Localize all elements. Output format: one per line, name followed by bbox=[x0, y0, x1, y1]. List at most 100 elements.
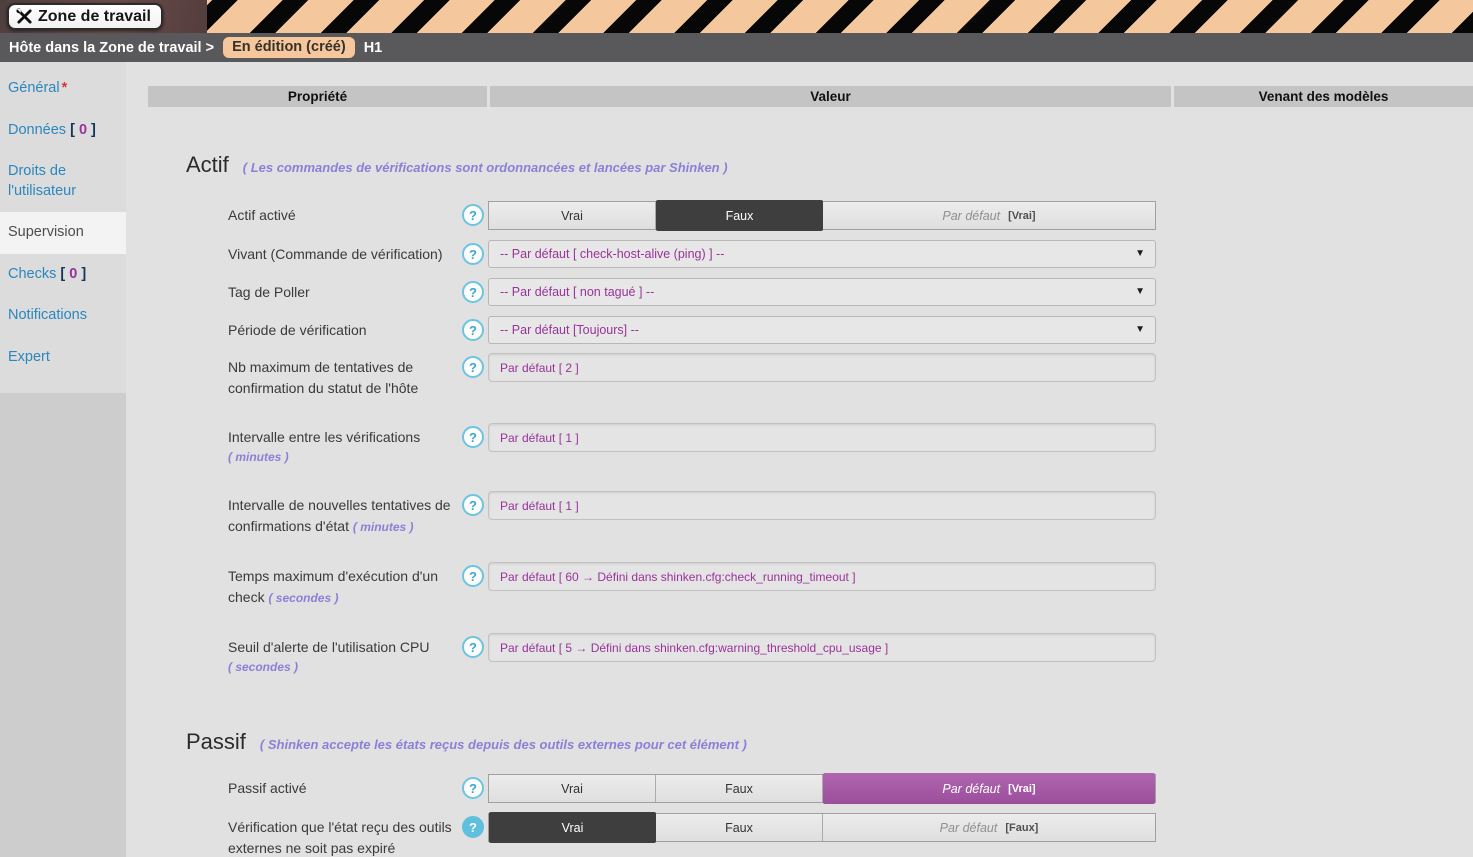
count-bracket: [ bbox=[70, 122, 79, 138]
field-label: Passif activé bbox=[228, 774, 462, 799]
check-interval-input[interactable] bbox=[488, 423, 1156, 452]
unit-hint: ( minutes ) bbox=[228, 448, 462, 466]
count-bracket: ] bbox=[77, 266, 86, 282]
help-glyph: ? bbox=[469, 323, 477, 338]
breadcrumb: Hôte dans la Zone de travail > En éditio… bbox=[0, 33, 1473, 62]
field-row-check-interval: Intervalle entre les vérifications ( min… bbox=[228, 423, 1473, 466]
toggle-option-faux[interactable]: Faux bbox=[656, 814, 823, 841]
field-label: Période de vérification bbox=[228, 316, 462, 341]
help-icon[interactable]: ? bbox=[462, 816, 484, 838]
help-glyph: ? bbox=[469, 498, 477, 513]
sidebar-item-general[interactable]: Général* bbox=[0, 68, 126, 110]
help-icon[interactable]: ? bbox=[462, 494, 484, 516]
count-bracket: ] bbox=[87, 122, 96, 138]
field-row-check-period: Période de vérification ? -- Par défaut … bbox=[228, 316, 1473, 344]
sidebar-item-notifications[interactable]: Notifications bbox=[0, 295, 126, 337]
cpu-warning-threshold-input[interactable] bbox=[488, 633, 1156, 662]
main-panel: Propriété Valeur Venant des modèles Acti… bbox=[126, 62, 1473, 857]
field-row-check-timeout: Temps maximum d'exécution d'un check ( s… bbox=[228, 562, 1473, 608]
status-badge: En édition (créé) bbox=[223, 37, 355, 58]
select-value: -- Par défaut [ check-host-alive (ping) … bbox=[500, 247, 724, 261]
sidebar-item-donnees[interactable]: Données [ 0 ] bbox=[0, 110, 126, 152]
field-row-retry-interval: Intervalle de nouvelles tentatives de co… bbox=[228, 491, 1473, 537]
check-period-select[interactable]: -- Par défaut [Toujours] -- ▼ bbox=[488, 316, 1156, 344]
field-row-freshness-check: Vérification que l'état reçu des outils … bbox=[228, 813, 1473, 857]
field-row-vivant: Vivant (Commande de vérification) ? -- P… bbox=[228, 240, 1473, 268]
field-label: Temps maximum d'exécution d'un check ( s… bbox=[228, 562, 462, 608]
toggle-option-defaut-selected[interactable]: Par défaut [Vrai] bbox=[823, 773, 1155, 804]
crossed-tools-icon bbox=[16, 8, 33, 25]
help-glyph: ? bbox=[469, 569, 477, 584]
toggle-option-faux-selected[interactable]: Faux bbox=[656, 200, 823, 231]
toggle-option-vrai[interactable]: Vrai bbox=[489, 775, 656, 802]
breadcrumb-prefix[interactable]: Hôte dans la Zone de travail > bbox=[9, 40, 214, 56]
sidebar-item-supervision[interactable]: Supervision bbox=[0, 212, 126, 254]
field-label: Intervalle entre les vérifications ( min… bbox=[228, 423, 462, 466]
toggle-option-vrai-selected[interactable]: Vrai bbox=[489, 812, 656, 843]
field-label: Vivant (Commande de vérification) bbox=[228, 240, 462, 265]
sidebar-item-checks[interactable]: Checks [ 0 ] bbox=[0, 254, 126, 296]
field-row-actif-active: Actif activé ? Vrai Faux Par défaut [Vra… bbox=[228, 201, 1473, 230]
section-title-text: Actif bbox=[186, 152, 229, 178]
required-asterisk: * bbox=[62, 80, 68, 96]
help-icon[interactable]: ? bbox=[462, 565, 484, 587]
select-value: -- Par défaut [ non tagué ] -- bbox=[500, 285, 654, 299]
column-header-propriete: Propriété bbox=[148, 86, 487, 107]
field-label: Tag de Poller bbox=[228, 278, 462, 303]
help-glyph: ? bbox=[469, 430, 477, 445]
help-icon[interactable]: ? bbox=[462, 281, 484, 303]
help-icon[interactable]: ? bbox=[462, 319, 484, 341]
field-label: Nb maximum de tentatives de confirmation… bbox=[228, 353, 462, 399]
help-glyph: ? bbox=[469, 285, 477, 300]
chevron-down-icon: ▼ bbox=[1135, 248, 1145, 259]
poller-tag-select[interactable]: -- Par défaut [ non tagué ] -- ▼ bbox=[488, 278, 1156, 306]
sidebar-item-expert[interactable]: Expert bbox=[0, 337, 126, 379]
sidebar-item-droits[interactable]: Droits de l'utilisateur bbox=[0, 151, 126, 212]
help-icon[interactable]: ? bbox=[462, 426, 484, 448]
check-timeout-input[interactable] bbox=[488, 562, 1156, 591]
toggle-option-defaut[interactable]: Par défaut [Vrai] bbox=[823, 202, 1155, 229]
field-label: Seuil d'alerte de l'utilisation CPU ( se… bbox=[228, 633, 462, 676]
toggle-freshness-check: Vrai Faux Par défaut [Faux] bbox=[488, 813, 1156, 842]
toggle-option-vrai[interactable]: Vrai bbox=[489, 202, 656, 229]
sidebar-item-label: Droits de l'utilisateur bbox=[8, 163, 76, 199]
chevron-down-icon: ▼ bbox=[1135, 286, 1145, 297]
field-label: Intervalle de nouvelles tentatives de co… bbox=[228, 491, 462, 537]
select-value: -- Par défaut [Toujours] -- bbox=[500, 323, 639, 337]
help-icon[interactable]: ? bbox=[462, 356, 484, 378]
count-badge: 0 bbox=[79, 122, 87, 138]
section-actif: Actif ( Les commandes de vérifications s… bbox=[186, 152, 1473, 178]
workspace-button[interactable]: Zone de travail bbox=[7, 3, 163, 30]
chevron-down-icon: ▼ bbox=[1135, 324, 1145, 335]
field-label: Actif activé bbox=[228, 201, 462, 226]
hazard-stripe-header: Zone de travail bbox=[0, 0, 1473, 33]
field-label: Vérification que l'état reçu des outils … bbox=[228, 813, 462, 857]
section-title-text: Passif bbox=[186, 729, 246, 755]
max-check-attempts-input[interactable] bbox=[488, 353, 1156, 382]
unit-hint: ( secondes ) bbox=[268, 591, 338, 605]
help-glyph: ? bbox=[469, 360, 477, 375]
help-glyph: ? bbox=[469, 247, 477, 262]
field-row-passif-active: Passif activé ? Vrai Faux Par défaut [Vr… bbox=[228, 774, 1473, 803]
toggle-option-defaut[interactable]: Par défaut [Faux] bbox=[823, 814, 1155, 841]
check-command-select[interactable]: -- Par défaut [ check-host-alive (ping) … bbox=[488, 240, 1156, 268]
unit-hint: ( secondes ) bbox=[228, 658, 462, 676]
section-note: ( Les commandes de vérifications sont or… bbox=[243, 160, 728, 175]
help-glyph: ? bbox=[469, 820, 477, 835]
toggle-option-faux[interactable]: Faux bbox=[656, 775, 823, 802]
retry-interval-input[interactable] bbox=[488, 491, 1156, 520]
help-icon[interactable]: ? bbox=[462, 243, 484, 265]
default-hint: [Vrai] bbox=[1008, 210, 1036, 222]
sidebar-item-label: Données bbox=[8, 122, 66, 138]
sidebar-lower-area bbox=[0, 393, 126, 857]
sidebar-item-label: Supervision bbox=[8, 224, 84, 240]
sidebar-nav: Général* Données [ 0 ] Droits de l'utili… bbox=[0, 62, 126, 393]
help-icon[interactable]: ? bbox=[462, 204, 484, 226]
help-icon[interactable]: ? bbox=[462, 777, 484, 799]
field-row-poller-tag: Tag de Poller ? -- Par défaut [ non tagu… bbox=[228, 278, 1473, 306]
field-row-max-check-attempts: Nb maximum de tentatives de confirmation… bbox=[228, 353, 1473, 399]
property-table-header: Propriété Valeur Venant des modèles bbox=[148, 86, 1473, 107]
section-passif: Passif ( Shinken accepte les états reçus… bbox=[186, 729, 1473, 755]
sidebar: Général* Données [ 0 ] Droits de l'utili… bbox=[0, 62, 126, 857]
help-icon[interactable]: ? bbox=[462, 636, 484, 658]
